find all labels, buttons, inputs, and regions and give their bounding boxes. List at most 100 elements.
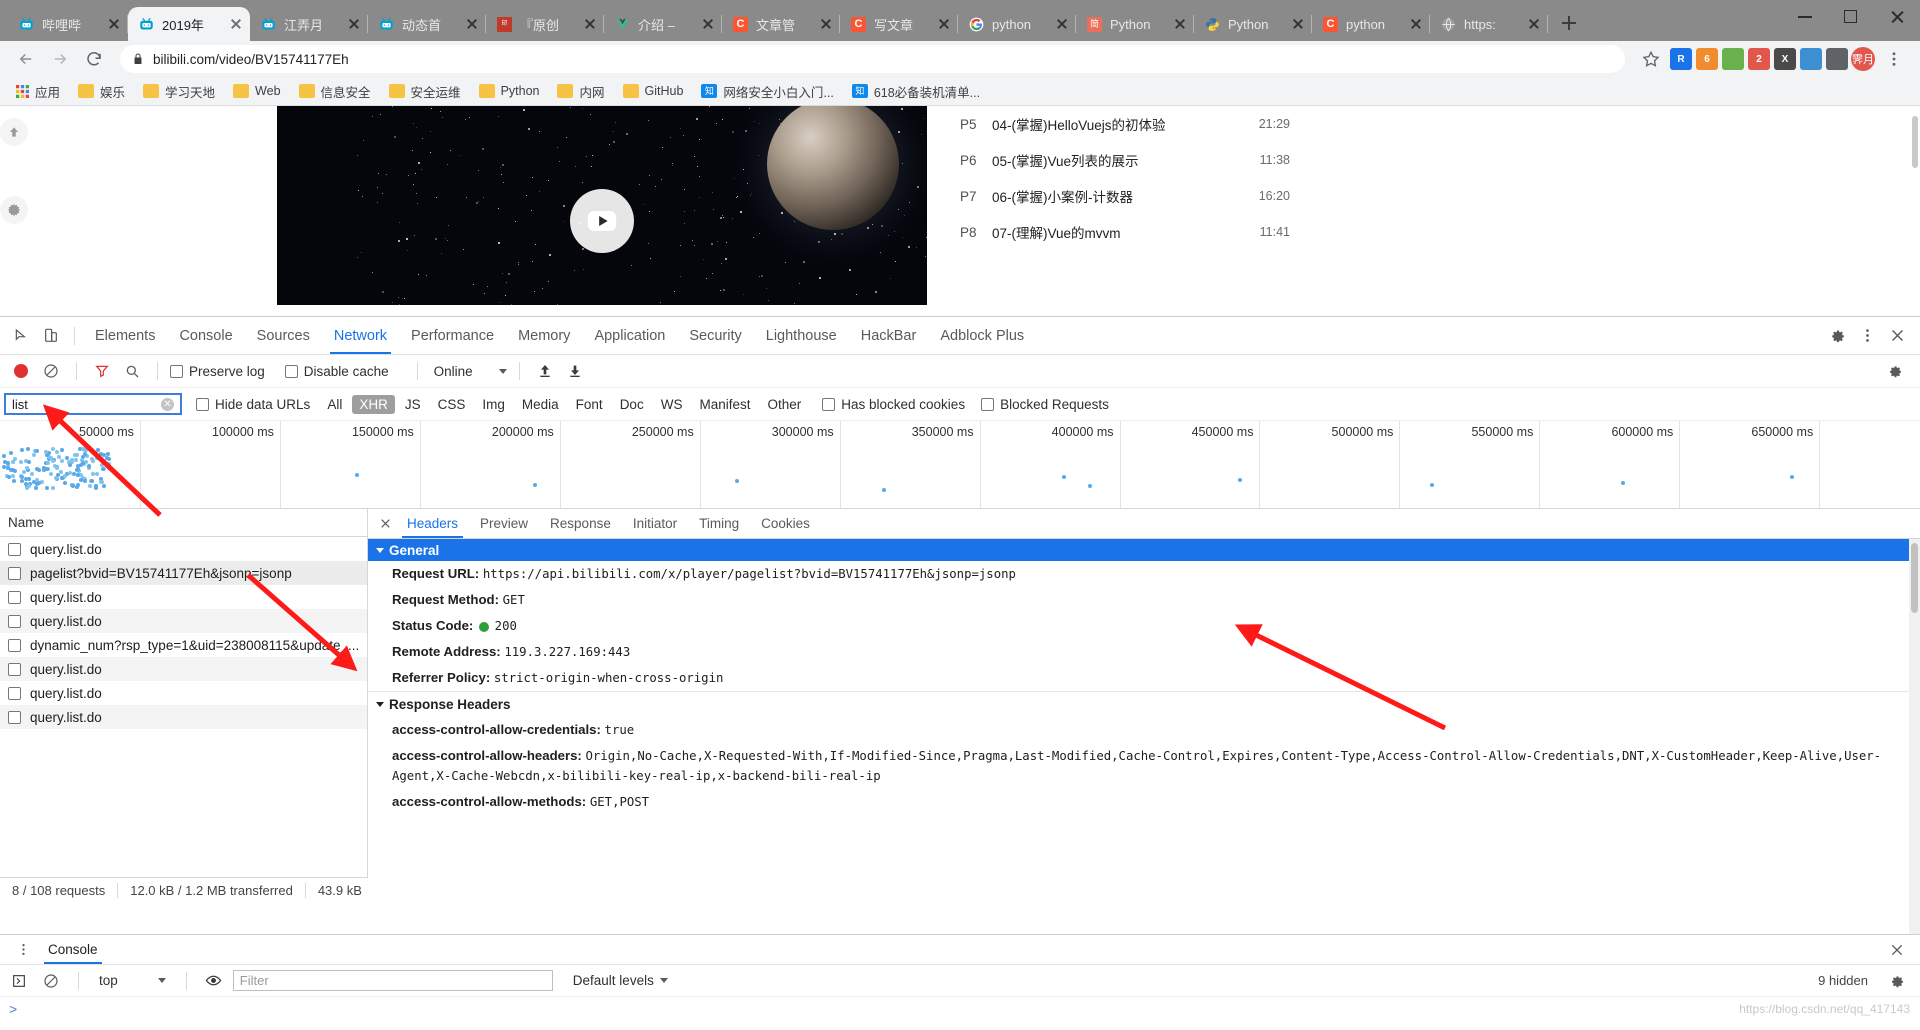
request-checkbox[interactable] bbox=[8, 590, 21, 604]
response-headers-section-header[interactable]: Response Headers bbox=[368, 691, 1920, 717]
import-arrow-up-icon[interactable] bbox=[532, 358, 558, 384]
request-row[interactable]: query.list.do bbox=[0, 537, 367, 561]
console-output-area[interactable]: > https://blog.csdn.net/qq_417143 bbox=[0, 997, 1920, 1030]
browser-tab[interactable]: Python bbox=[1194, 7, 1312, 41]
devtools-tab-console[interactable]: Console bbox=[167, 317, 244, 354]
tab-close-icon[interactable] bbox=[228, 16, 244, 32]
request-checkbox[interactable] bbox=[8, 686, 21, 700]
bookmark-item[interactable]: 内网 bbox=[549, 79, 612, 104]
ext-reader-icon[interactable]: R bbox=[1670, 48, 1692, 70]
playlist-item[interactable]: P5 04-(掌握)HelloVuejs的初体验 21:29 bbox=[960, 106, 1290, 142]
minimize-icon[interactable] bbox=[1782, 0, 1828, 32]
browser-tab[interactable]: 江弄月 bbox=[250, 7, 368, 41]
play-button-icon[interactable] bbox=[570, 189, 634, 254]
ext-green-icon[interactable] bbox=[1722, 48, 1744, 70]
resource-type-css[interactable]: CSS bbox=[431, 395, 473, 414]
new-tab-button[interactable] bbox=[1554, 8, 1584, 38]
request-row[interactable]: dynamic_num?rsp_type=1&uid=238008115&upd… bbox=[0, 633, 367, 657]
live-expression-eye-icon[interactable] bbox=[201, 968, 227, 994]
rail-up-icon[interactable] bbox=[0, 118, 28, 146]
tab-close-icon[interactable] bbox=[818, 16, 834, 32]
request-checkbox[interactable] bbox=[8, 566, 21, 580]
disable-cache-checkbox[interactable]: Disable cache bbox=[284, 364, 399, 379]
devtools-tab-lighthouse[interactable]: Lighthouse bbox=[754, 317, 849, 354]
tab-close-icon[interactable] bbox=[346, 16, 362, 32]
tab-close-icon[interactable] bbox=[1054, 16, 1070, 32]
bookmark-item[interactable]: Web bbox=[225, 81, 288, 101]
ext-badge2-icon[interactable]: 2 bbox=[1748, 48, 1770, 70]
gear-icon[interactable] bbox=[1822, 321, 1852, 351]
request-checkbox[interactable] bbox=[8, 710, 21, 724]
device-toolbar-icon[interactable] bbox=[36, 321, 66, 351]
has-blocked-cookies-checkbox[interactable]: Has blocked cookies bbox=[822, 397, 975, 412]
resource-type-ws[interactable]: WS bbox=[654, 395, 690, 414]
detail-tab-preview[interactable]: Preview bbox=[469, 509, 539, 538]
more-vertical-icon[interactable] bbox=[1878, 43, 1910, 75]
detail-tab-response[interactable]: Response bbox=[539, 509, 622, 538]
bookmark-star-icon[interactable] bbox=[1635, 43, 1667, 75]
playlist-item[interactable]: P8 07-(理解)Vue的mvvm 11:41 bbox=[960, 214, 1290, 250]
tab-close-icon[interactable] bbox=[936, 16, 952, 32]
bookmark-item[interactable]: 娱乐 bbox=[70, 79, 133, 104]
more-vertical-icon[interactable] bbox=[1852, 321, 1882, 351]
detail-tab-timing[interactable]: Timing bbox=[688, 509, 750, 538]
request-row[interactable]: query.list.do bbox=[0, 681, 367, 705]
devtools-tab-network[interactable]: Network bbox=[322, 317, 399, 354]
more-vertical-icon[interactable] bbox=[8, 935, 38, 965]
bookmark-item[interactable]: 知网络安全小白入门... bbox=[693, 79, 841, 104]
tab-close-icon[interactable] bbox=[1290, 16, 1306, 32]
close-detail-icon[interactable] bbox=[374, 513, 396, 535]
devtools-tab-adblock-plus[interactable]: Adblock Plus bbox=[928, 317, 1036, 354]
column-header-name[interactable]: Name bbox=[0, 509, 367, 537]
bookmark-item[interactable]: GitHub bbox=[615, 81, 692, 101]
tab-close-icon[interactable] bbox=[700, 16, 716, 32]
ext-puzzle-icon[interactable] bbox=[1826, 48, 1848, 70]
scrollbar-thumb[interactable] bbox=[1911, 543, 1918, 613]
devtools-tab-security[interactable]: Security bbox=[677, 317, 753, 354]
tab-close-icon[interactable] bbox=[464, 16, 480, 32]
resource-type-img[interactable]: Img bbox=[475, 395, 512, 414]
hide-data-urls-checkbox[interactable]: Hide data URLs bbox=[196, 397, 314, 412]
clear-circle-icon[interactable]: ✕ bbox=[161, 397, 174, 411]
devtools-tab-sources[interactable]: Sources bbox=[245, 317, 322, 354]
devtools-tab-memory[interactable]: Memory bbox=[506, 317, 582, 354]
browser-tab[interactable]: https: bbox=[1430, 7, 1548, 41]
search-input[interactable]: list ✕ bbox=[4, 393, 182, 415]
devtools-tab-elements[interactable]: Elements bbox=[83, 317, 167, 354]
network-overview-timeline[interactable]: 50000 ms 100000 ms 150000 ms 200000 ms 25000… bbox=[0, 421, 1920, 509]
general-section-header[interactable]: General bbox=[368, 539, 1920, 561]
forward-arrow-icon[interactable] bbox=[44, 43, 76, 75]
back-arrow-icon[interactable] bbox=[10, 43, 42, 75]
browser-tab[interactable]: 介绍 – bbox=[604, 7, 722, 41]
preserve-log-checkbox[interactable]: Preserve log bbox=[170, 364, 275, 379]
resource-type-js[interactable]: JS bbox=[398, 395, 428, 414]
request-list[interactable]: query.list.do pagelist?bvid=BV15741177Eh&… bbox=[0, 537, 367, 877]
detail-tab-cookies[interactable]: Cookies bbox=[750, 509, 821, 538]
resource-type-all[interactable]: All bbox=[320, 395, 349, 414]
detail-scrollbar[interactable] bbox=[1909, 539, 1920, 934]
tab-close-icon[interactable] bbox=[1526, 16, 1542, 32]
devtools-tab-application[interactable]: Application bbox=[582, 317, 677, 354]
console-settings-gear-icon[interactable] bbox=[1884, 968, 1910, 994]
request-checkbox[interactable] bbox=[8, 542, 21, 556]
close-icon[interactable] bbox=[1874, 0, 1920, 32]
tab-close-icon[interactable] bbox=[1172, 16, 1188, 32]
devtools-tab-performance[interactable]: Performance bbox=[399, 317, 506, 354]
rail-gear-icon[interactable] bbox=[0, 196, 28, 224]
context-selector[interactable]: top bbox=[93, 973, 172, 988]
bookmark-item[interactable]: 知 618必备装机清单... bbox=[844, 79, 988, 104]
ext-x-icon[interactable]: X bbox=[1774, 48, 1796, 70]
browser-tab[interactable]: C 文章管 bbox=[722, 7, 840, 41]
resource-type-doc[interactable]: Doc bbox=[613, 395, 651, 414]
tab-close-icon[interactable] bbox=[582, 16, 598, 32]
clear-no-entry-icon[interactable] bbox=[38, 358, 64, 384]
network-settings-gear-icon[interactable] bbox=[1882, 358, 1908, 384]
resource-type-xhr[interactable]: XHR bbox=[352, 394, 395, 414]
browser-tab[interactable]: Cpython bbox=[1312, 7, 1430, 41]
request-row[interactable]: pagelist?bvid=BV15741177Eh&jsonp=jsonp bbox=[0, 561, 367, 585]
ext-colorful-icon[interactable]: 6 bbox=[1696, 48, 1718, 70]
drawer-tab-console[interactable]: Console bbox=[38, 935, 108, 964]
tab-close-icon[interactable] bbox=[106, 16, 122, 32]
request-checkbox[interactable] bbox=[8, 638, 21, 652]
tab-close-icon[interactable] bbox=[1408, 16, 1424, 32]
